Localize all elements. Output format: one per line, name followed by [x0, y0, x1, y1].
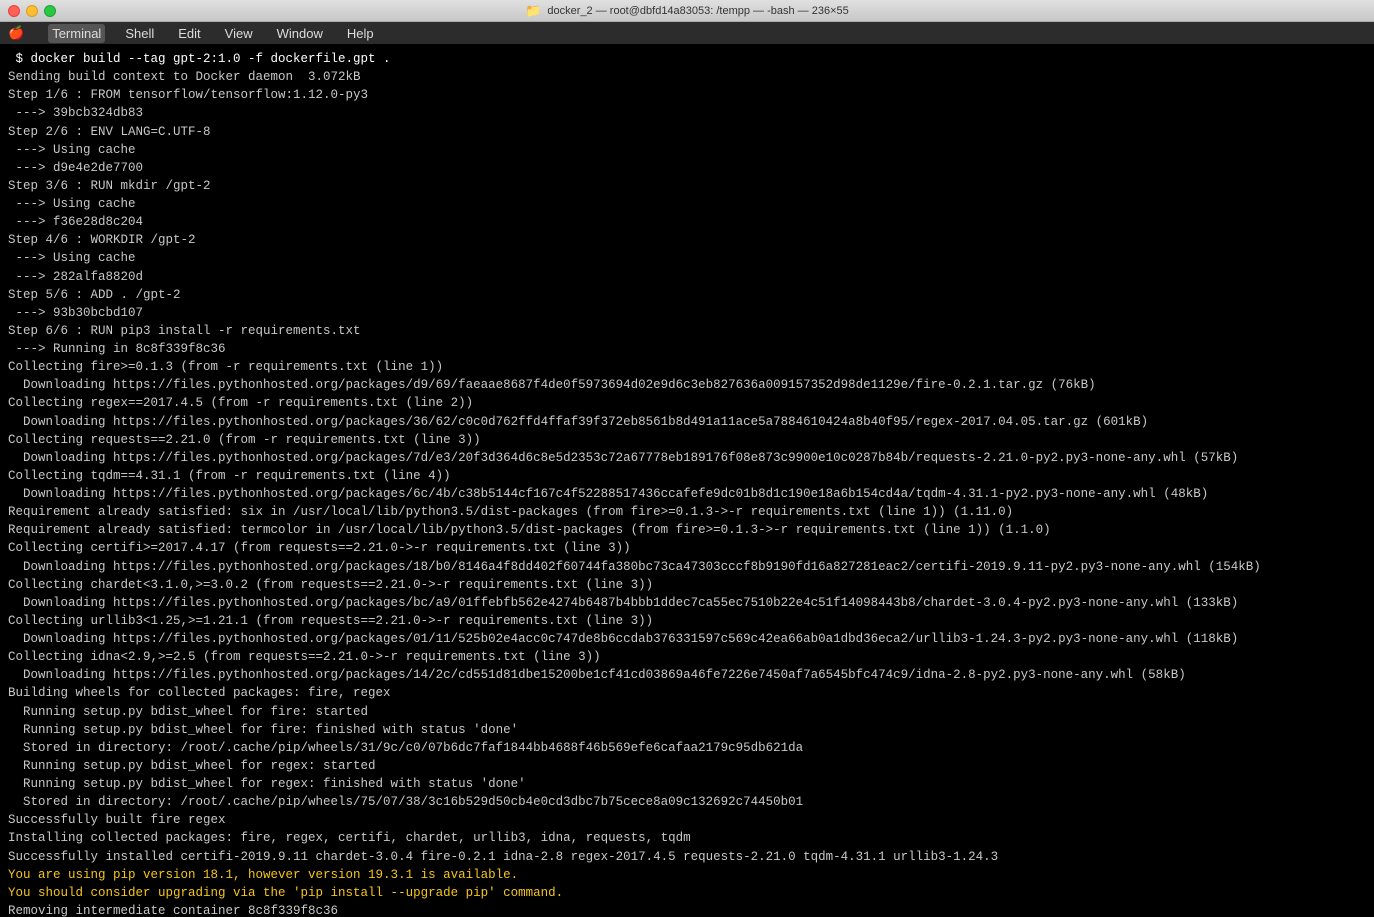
- terminal-line: Successfully built fire regex: [8, 811, 1366, 829]
- terminal-line: Step 1/6 : FROM tensorflow/tensorflow:1.…: [8, 86, 1366, 104]
- close-button[interactable]: [8, 5, 20, 17]
- traffic-lights: [8, 5, 56, 17]
- terminal-line: Collecting idna<2.9,>=2.5 (from requests…: [8, 648, 1366, 666]
- terminal-line: Requirement already satisfied: six in /u…: [8, 503, 1366, 521]
- titlebar-title: 📁 docker_2 — root@dbfd14a83053: /tempp —…: [525, 3, 849, 19]
- terminal-line: Step 5/6 : ADD . /gpt-2: [8, 286, 1366, 304]
- title-text: docker_2 — root@dbfd14a83053: /tempp — -…: [547, 5, 848, 17]
- terminal-line: Downloading https://files.pythonhosted.o…: [8, 413, 1366, 431]
- menu-view[interactable]: View: [221, 24, 257, 43]
- titlebar: 📁 docker_2 — root@dbfd14a83053: /tempp —…: [0, 0, 1374, 22]
- terminal-line: Collecting requests==2.21.0 (from -r req…: [8, 431, 1366, 449]
- menu-help[interactable]: Help: [343, 24, 378, 43]
- terminal-line: ---> 93b30bcbd107: [8, 304, 1366, 322]
- menubar: 🍎 Terminal Shell Edit View Window Help: [0, 22, 1374, 44]
- menu-window[interactable]: Window: [273, 24, 327, 43]
- terminal-line: Downloading https://files.pythonhosted.o…: [8, 630, 1366, 648]
- terminal-line: Collecting regex==2017.4.5 (from -r requ…: [8, 394, 1366, 412]
- terminal-line: Running setup.py bdist_wheel for fire: f…: [8, 721, 1366, 739]
- terminal-line: Requirement already satisfied: termcolor…: [8, 521, 1366, 539]
- terminal-line: Step 4/6 : WORKDIR /gpt-2: [8, 231, 1366, 249]
- terminal-line: Collecting tqdm==4.31.1 (from -r require…: [8, 467, 1366, 485]
- terminal-line: You are using pip version 18.1, however …: [8, 866, 1366, 884]
- terminal-line: $ docker build --tag gpt-2:1.0 -f docker…: [8, 50, 1366, 68]
- terminal-line: ---> f36e28d8c204: [8, 213, 1366, 231]
- terminal-line: Collecting fire>=0.1.3 (from -r requirem…: [8, 358, 1366, 376]
- terminal-line: ---> 282alfa8820d: [8, 268, 1366, 286]
- terminal-line: Installing collected packages: fire, reg…: [8, 829, 1366, 847]
- terminal-line: Building wheels for collected packages: …: [8, 684, 1366, 702]
- terminal-line: Collecting urllib3<1.25,>=1.21.1 (from r…: [8, 612, 1366, 630]
- menu-shell[interactable]: Shell: [121, 24, 158, 43]
- terminal-line: Downloading https://files.pythonhosted.o…: [8, 485, 1366, 503]
- terminal-line: Step 2/6 : ENV LANG=C.UTF-8: [8, 123, 1366, 141]
- terminal-line: Successfully installed certifi-2019.9.11…: [8, 848, 1366, 866]
- terminal-line: Downloading https://files.pythonhosted.o…: [8, 449, 1366, 467]
- terminal-line: Stored in directory: /root/.cache/pip/wh…: [8, 739, 1366, 757]
- terminal-line: Downloading https://files.pythonhosted.o…: [8, 376, 1366, 394]
- terminal-line: Sending build context to Docker daemon 3…: [8, 68, 1366, 86]
- terminal-line: ---> Running in 8c8f339f8c36: [8, 340, 1366, 358]
- folder-icon: 📁: [525, 3, 541, 19]
- terminal-line: Collecting chardet<3.1.0,>=3.0.2 (from r…: [8, 576, 1366, 594]
- terminal-line: You should consider upgrading via the 'p…: [8, 884, 1366, 902]
- terminal-line: Collecting certifi>=2017.4.17 (from requ…: [8, 539, 1366, 557]
- terminal-line: ---> 39bcb324db83: [8, 104, 1366, 122]
- terminal-line: Downloading https://files.pythonhosted.o…: [8, 666, 1366, 684]
- terminal-line: Removing intermediate container 8c8f339f…: [8, 902, 1366, 917]
- minimize-button[interactable]: [26, 5, 38, 17]
- terminal-line: Running setup.py bdist_wheel for fire: s…: [8, 703, 1366, 721]
- terminal-line: Downloading https://files.pythonhosted.o…: [8, 594, 1366, 612]
- terminal-line: ---> d9e4e2de7700: [8, 159, 1366, 177]
- terminal-line: Running setup.py bdist_wheel for regex: …: [8, 775, 1366, 793]
- terminal-content[interactable]: $ docker build --tag gpt-2:1.0 -f docker…: [0, 44, 1374, 917]
- menu-edit[interactable]: Edit: [174, 24, 204, 43]
- terminal-line: Step 3/6 : RUN mkdir /gpt-2: [8, 177, 1366, 195]
- terminal-line: Stored in directory: /root/.cache/pip/wh…: [8, 793, 1366, 811]
- terminal-line: ---> Using cache: [8, 141, 1366, 159]
- terminal-line: ---> Using cache: [8, 195, 1366, 213]
- terminal-line: ---> Using cache: [8, 249, 1366, 267]
- apple-menu[interactable]: 🍎: [8, 26, 24, 41]
- terminal-line: Running setup.py bdist_wheel for regex: …: [8, 757, 1366, 775]
- menu-terminal[interactable]: Terminal: [48, 24, 105, 43]
- terminal-line: Step 6/6 : RUN pip3 install -r requireme…: [8, 322, 1366, 340]
- maximize-button[interactable]: [44, 5, 56, 17]
- terminal-line: Downloading https://files.pythonhosted.o…: [8, 558, 1366, 576]
